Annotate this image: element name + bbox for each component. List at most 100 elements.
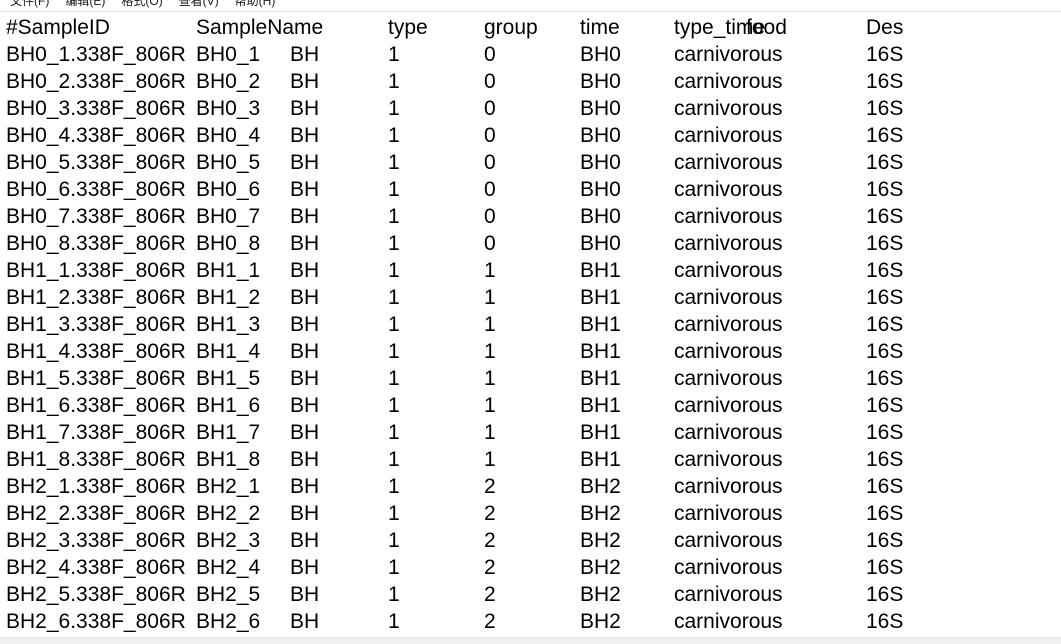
cell-c3: 1 (388, 610, 400, 633)
cell-c4: 0 (484, 124, 496, 147)
cell-c5: BH1 (580, 448, 621, 471)
table-row: BH1_1.338F_806R BH1_1 BH 1 1 BH1 carnivorous 16… (0, 257, 1061, 284)
cell-c5: BH2 (580, 475, 621, 498)
cell-c4: 1 (484, 367, 496, 390)
cell-c1: BH2_4 (196, 556, 261, 579)
cell-c0: BH0_8.338F_806R (6, 232, 186, 255)
cell-c3: 1 (388, 259, 400, 282)
cell-c6: carnivorous (674, 367, 783, 390)
cell-c8: 16S (866, 205, 904, 228)
cell-c1: BH2_3 (196, 529, 261, 552)
cell-c5: BH1 (580, 340, 621, 363)
table-row: BH1_7.338F_806R BH1_7 BH 1 1 BH1 carnivorous 16… (0, 419, 1061, 446)
cell-c5: BH2 (580, 610, 621, 633)
cell-c1: BH1_8 (196, 448, 261, 471)
menu-file[interactable]: 文件(F) (2, 0, 57, 11)
cell-c0: BH1_1.338F_806R (6, 259, 186, 282)
table-row: BH1_2.338F_806R BH1_2 BH 1 1 BH1 carnivorous 16… (0, 284, 1061, 311)
cell-c8: 16S (866, 394, 904, 417)
cell-c5: BH1 (580, 394, 621, 417)
cell-c0: BH0_2.338F_806R (6, 70, 186, 93)
document-lines: #SampleID SampleName type group time type_tim… (0, 14, 1061, 635)
cell-c1: BH2_6 (196, 610, 261, 633)
cell-c6: carnivorous (674, 583, 783, 606)
cell-c2: BH (290, 448, 320, 471)
cell-c8: 16S (866, 178, 904, 201)
cell-c3: 1 (388, 394, 400, 417)
cell-c2: BH (290, 394, 320, 417)
cell-c1: BH2_5 (196, 583, 261, 606)
cell-c4: 0 (484, 178, 496, 201)
cell-c5: BH1 (580, 259, 621, 282)
cell-c3: 1 (388, 178, 400, 201)
cell-c5: BH0 (580, 124, 621, 147)
table-row: BH0_3.338F_806R BH0_3 BH 1 0 BH0 carnivorous 16… (0, 95, 1061, 122)
cell-c2: BH (290, 529, 320, 552)
header-cell-c5: time (580, 16, 620, 39)
cell-c0: BH0_4.338F_806R (6, 124, 186, 147)
cell-c5: BH1 (580, 286, 621, 309)
table-row: BH1_5.338F_806R BH1_5 BH 1 1 BH1 carnivorous 16… (0, 365, 1061, 392)
cell-c1: BH1_4 (196, 340, 261, 363)
cell-c5: BH0 (580, 151, 621, 174)
cell-c4: 1 (484, 421, 496, 444)
cell-c8: 16S (866, 610, 904, 633)
menu-format[interactable]: 格式(O) (113, 0, 170, 11)
menu-help[interactable]: 帮助(H) (227, 0, 284, 11)
table-row: BH1_6.338F_806R BH1_6 BH 1 1 BH1 carnivorous 16… (0, 392, 1061, 419)
horizontal-scrollbar[interactable] (0, 637, 1061, 644)
cell-c8: 16S (866, 232, 904, 255)
cell-c6: carnivorous (674, 70, 783, 93)
cell-c4: 0 (484, 151, 496, 174)
cell-c2: BH (290, 43, 320, 66)
cell-c5: BH0 (580, 97, 621, 120)
cell-c3: 1 (388, 448, 400, 471)
cell-c8: 16S (866, 583, 904, 606)
cell-c0: BH1_6.338F_806R (6, 394, 186, 417)
cell-c0: BH0_3.338F_806R (6, 97, 186, 120)
cell-c3: 1 (388, 232, 400, 255)
cell-c6: carnivorous (674, 232, 783, 255)
cell-c3: 1 (388, 124, 400, 147)
cell-c0: BH2_3.338F_806R (6, 529, 186, 552)
cell-c0: BH2_2.338F_806R (6, 502, 186, 525)
cell-c6: carnivorous (674, 556, 783, 579)
cell-c0: BH2_6.338F_806R (6, 610, 186, 633)
cell-c8: 16S (866, 502, 904, 525)
cell-c3: 1 (388, 70, 400, 93)
cell-c6: carnivorous (674, 394, 783, 417)
cell-c5: BH0 (580, 232, 621, 255)
cell-c5: BH2 (580, 529, 621, 552)
cell-c4: 1 (484, 286, 496, 309)
cell-c0: BH2_1.338F_806R (6, 475, 186, 498)
cell-c8: 16S (866, 421, 904, 444)
cell-c2: BH (290, 583, 320, 606)
table-row: BH0_8.338F_806R BH0_8 BH 1 0 BH0 carnivorous 16… (0, 230, 1061, 257)
cell-c1: BH0_1 (196, 43, 261, 66)
cell-c1: BH0_4 (196, 124, 261, 147)
cell-c6: carnivorous (674, 502, 783, 525)
table-row: BH2_3.338F_806R BH2_3 BH 1 2 BH2 carnivorous 16… (0, 527, 1061, 554)
cell-c2: BH (290, 340, 320, 363)
cell-c2: BH (290, 70, 320, 93)
menu-view[interactable]: 查看(V) (171, 0, 227, 11)
menu-edit[interactable]: 编辑(E) (57, 0, 113, 11)
cell-c0: BH1_8.338F_806R (6, 448, 186, 471)
cell-c5: BH1 (580, 367, 621, 390)
cell-c4: 0 (484, 232, 496, 255)
header-cell-c3: type (388, 16, 428, 39)
cell-c6: carnivorous (674, 178, 783, 201)
cell-c5: BH1 (580, 313, 621, 336)
cell-c1: BH0_8 (196, 232, 261, 255)
cell-c5: BH2 (580, 583, 621, 606)
table-row: BH2_5.338F_806R BH2_5 BH 1 2 BH2 carnivorous 16… (0, 581, 1061, 608)
cell-c0: BH0_6.338F_806R (6, 178, 186, 201)
cell-c8: 16S (866, 70, 904, 93)
cell-c4: 1 (484, 259, 496, 282)
table-row: BH2_2.338F_806R BH2_2 BH 1 2 BH2 carnivorous 16… (0, 500, 1061, 527)
text-editor-area[interactable]: #SampleID SampleName type group time type_tim… (0, 12, 1061, 637)
cell-c0: BH1_4.338F_806R (6, 340, 186, 363)
cell-c8: 16S (866, 286, 904, 309)
cell-c5: BH2 (580, 556, 621, 579)
cell-c6: carnivorous (674, 610, 783, 633)
